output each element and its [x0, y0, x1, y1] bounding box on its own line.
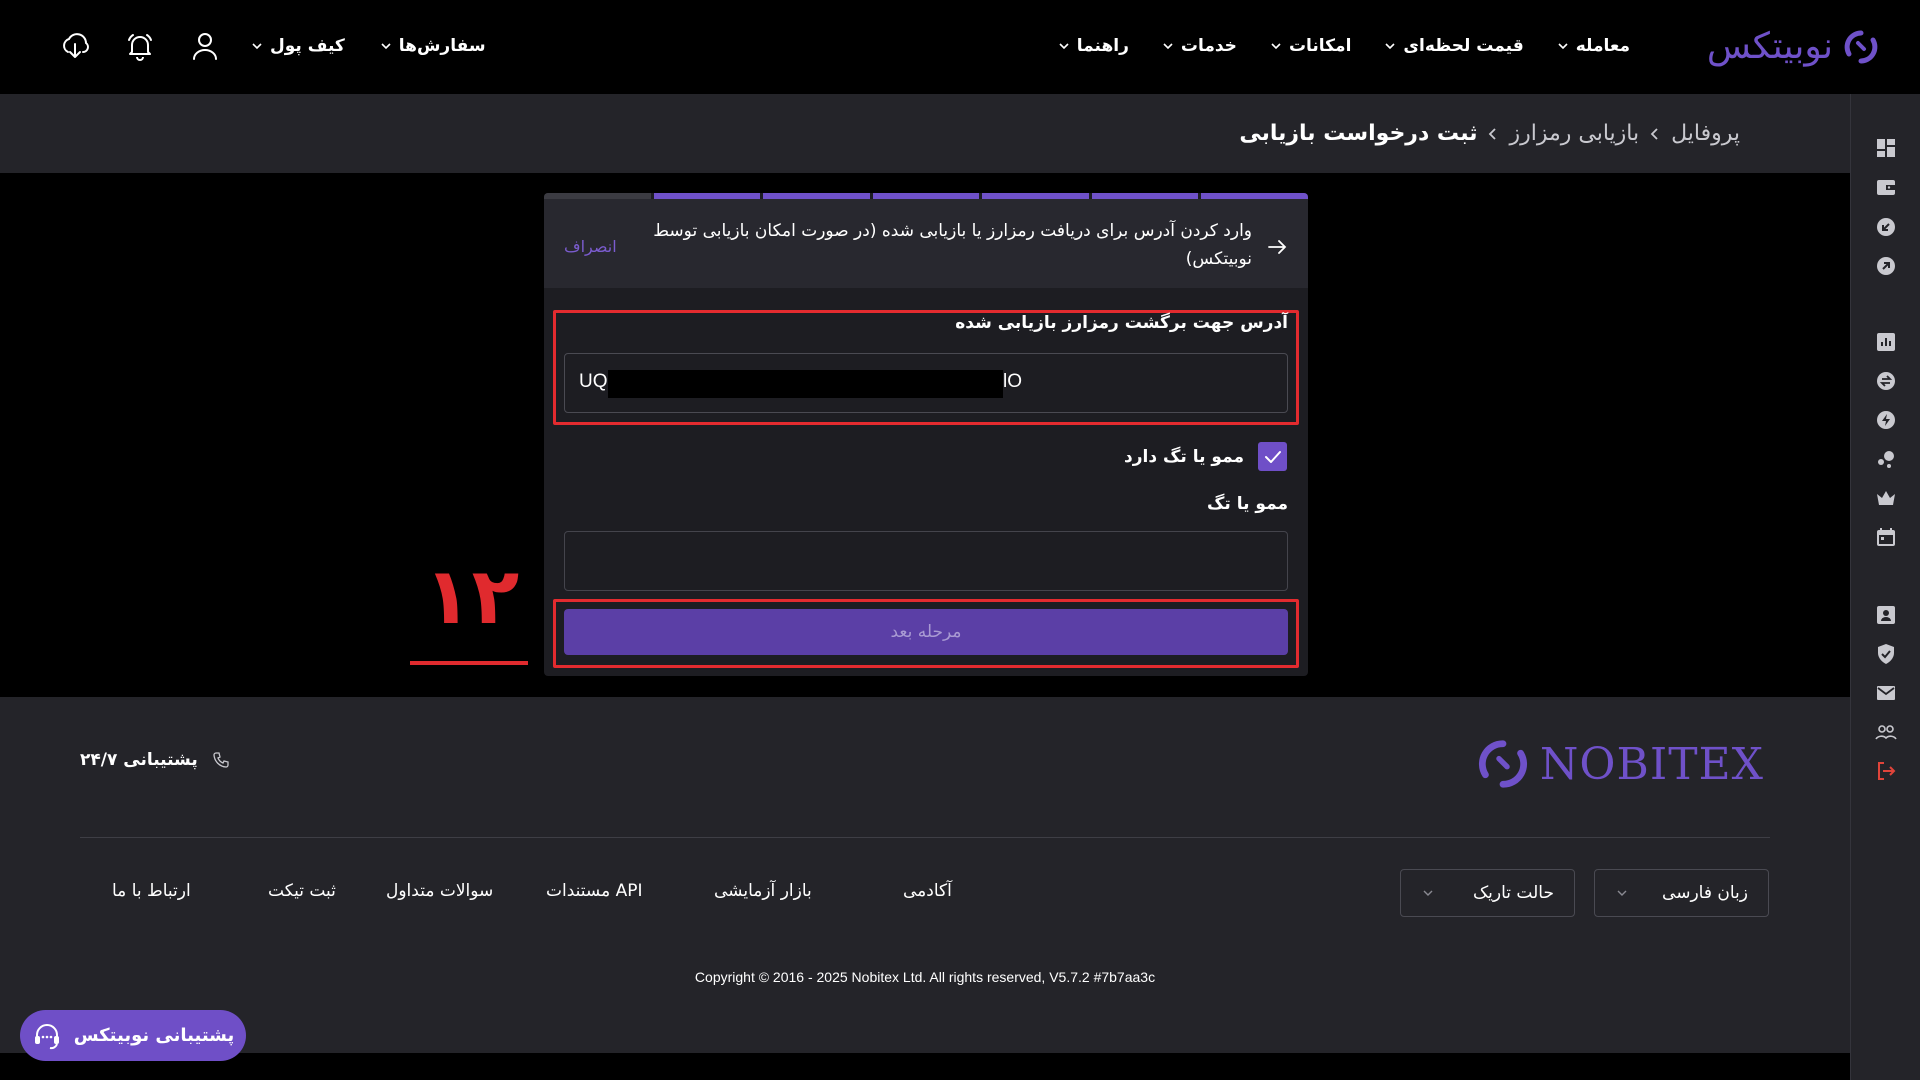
annotation-number: ۱۲ — [424, 552, 520, 642]
next-step-label: مرحله بعد — [890, 622, 962, 642]
report-chart-icon[interactable] — [1874, 330, 1898, 354]
footer-link-testnet[interactable]: بازار آزمایشی — [714, 881, 812, 901]
nav-help[interactable]: راهنما — [1057, 36, 1129, 56]
breadcrumb-bar: پروفایل بازیابی رمزارز ثبت درخواست بازیا… — [0, 94, 1850, 173]
nav-trade-label: معامله — [1575, 36, 1630, 56]
address-field-label: آدرس جهت برگشت رمزارز بازیابی شده — [955, 313, 1288, 333]
dashboard-icon[interactable] — [1874, 136, 1898, 160]
sidebar-rail — [1850, 94, 1920, 1080]
breadcrumb-current: ثبت درخواست بازیابی — [1239, 121, 1478, 146]
cancel-link[interactable]: انصراف — [564, 237, 617, 256]
next-step-button[interactable]: مرحله بعد — [564, 609, 1288, 655]
chevron-down-icon — [1558, 43, 1568, 50]
footer-link-api-docs[interactable]: مستندات API — [546, 881, 643, 901]
address-redacted-block — [608, 370, 1003, 398]
phone-icon — [213, 752, 229, 768]
lightning-icon[interactable] — [1874, 408, 1898, 432]
nobitex-logo-icon — [1478, 740, 1527, 788]
cloud-download-icon — [63, 33, 89, 58]
support-phone[interactable]: پشتیبانی ۲۴/۷ — [80, 750, 230, 770]
crown-icon[interactable] — [1874, 486, 1898, 510]
logout-icon[interactable] — [1874, 759, 1898, 783]
calendar-icon[interactable] — [1874, 525, 1898, 549]
address-suffix: lO — [1003, 371, 1022, 392]
id-card-icon[interactable] — [1874, 603, 1898, 627]
wallet-icon[interactable] — [1874, 175, 1898, 199]
arrow-right-icon[interactable] — [1266, 236, 1288, 258]
nav-orders-label: سفارش‌ها — [398, 36, 486, 56]
step-title: وارد کردن آدرس برای دریافت رمزارز یا باز… — [653, 221, 1252, 269]
footer-logo[interactable]: NOBITEX — [1476, 737, 1764, 791]
chevron-down-icon — [1163, 43, 1173, 50]
footer-link-academy[interactable]: آکادمی — [903, 881, 952, 901]
support-chat-label: پشتیبانی نوبیتکس — [73, 1025, 235, 1046]
nav-features-label: امکانات — [1288, 36, 1352, 56]
step-header: وارد کردن آدرس برای دریافت رمزارز یا باز… — [544, 199, 1308, 288]
logo-text: نوبیتکس — [1706, 26, 1834, 67]
footer-link-contact[interactable]: ارتباط با ما — [112, 881, 191, 901]
memo-checkbox-label[interactable]: ممو یا تگ دارد — [1124, 447, 1244, 467]
memo-checkbox-row: ممو یا تگ دارد — [1124, 442, 1287, 471]
users-icon[interactable] — [1874, 720, 1898, 744]
nav-help-label: راهنما — [1076, 36, 1129, 56]
chevron-down-icon — [381, 43, 391, 50]
support-label: پشتیبانی ۲۴/۷ — [80, 750, 198, 770]
copyright: Copyright © 2016 - 2025 Nobitex Ltd. All… — [694, 969, 1156, 985]
language-select[interactable]: زبان فارسی — [1594, 869, 1769, 917]
profile-button[interactable] — [185, 26, 225, 66]
chevron-down-icon — [1423, 890, 1433, 896]
headset-icon — [34, 1023, 59, 1049]
chevron-down-icon — [252, 43, 262, 50]
nav-wallet-label: کیف پول — [270, 36, 345, 56]
nav-services-label: خدمات — [1180, 36, 1237, 56]
address-prefix: UQ — [579, 371, 608, 392]
deposit-icon[interactable] — [1874, 215, 1898, 239]
footer: NOBITEX پشتیبانی ۲۴/۷ زبان فارسی حالت تا… — [0, 697, 1850, 1053]
breadcrumb: پروفایل بازیابی رمزارز ثبت درخواست بازیا… — [1239, 94, 1740, 173]
top-navigation: نوبیتکس معامله قیمت لحظه‌ای امکانات خدما… — [0, 0, 1920, 93]
chevron-left-icon — [1489, 127, 1497, 140]
chevron-down-icon — [1385, 43, 1395, 50]
download-app-button[interactable] — [55, 26, 95, 66]
support-chat-button[interactable]: پشتیبانی نوبیتکس — [20, 1010, 246, 1061]
bell-icon — [128, 34, 152, 61]
withdraw-icon[interactable] — [1874, 254, 1898, 278]
chevron-down-icon — [1617, 890, 1627, 896]
nav-prices-label: قیمت لحظه‌ای — [1403, 36, 1524, 56]
convert-icon[interactable] — [1874, 369, 1898, 393]
footer-logo-text: NOBITEX — [1539, 738, 1764, 790]
nav-trade[interactable]: معامله — [1556, 36, 1630, 56]
theme-select-value: حالت تاریک — [1472, 883, 1554, 903]
footer-divider — [80, 837, 1770, 838]
notifications-button[interactable] — [120, 26, 160, 66]
nav-prices[interactable]: قیمت لحظه‌ای — [1383, 36, 1524, 56]
language-select-value: زبان فارسی — [1662, 883, 1748, 903]
mail-icon[interactable] — [1874, 681, 1898, 705]
chevron-down-icon — [1271, 43, 1281, 50]
annotation-underline — [410, 661, 528, 665]
theme-select[interactable]: حالت تاریک — [1400, 869, 1575, 917]
footer-link-faq[interactable]: سوالات متداول — [386, 881, 493, 901]
address-input[interactable]: UQ lO — [564, 353, 1288, 413]
shield-check-icon[interactable] — [1874, 642, 1898, 666]
footer-link-ticket[interactable]: ثبت تیکت — [268, 881, 336, 901]
memo-label: ممو یا تگ — [1207, 494, 1288, 514]
nav-wallet[interactable]: کیف پول — [250, 36, 345, 56]
main-nav: معامله قیمت لحظه‌ای امکانات خدمات راهنما — [1057, 28, 1630, 64]
nav-services[interactable]: خدمات — [1161, 36, 1237, 56]
check-icon — [1264, 450, 1281, 463]
user-icon — [193, 33, 217, 60]
chevron-left-icon — [1650, 127, 1658, 140]
breadcrumb-profile[interactable]: پروفایل — [1671, 121, 1740, 146]
memo-checkbox[interactable] — [1258, 442, 1287, 471]
chevron-down-icon — [1059, 43, 1069, 50]
nobitex-logo[interactable]: نوبیتکس — [1707, 22, 1881, 72]
nav-orders[interactable]: سفارش‌ها — [379, 36, 486, 56]
breadcrumb-recovery[interactable]: بازیابی رمزارز — [1509, 121, 1639, 146]
user-actions: کیف پول سفارش‌ها — [55, 28, 520, 64]
nav-features[interactable]: امکانات — [1269, 36, 1351, 56]
staking-icon[interactable] — [1874, 447, 1898, 471]
memo-input[interactable] — [564, 531, 1288, 591]
nobitex-logo-icon — [1844, 30, 1878, 64]
